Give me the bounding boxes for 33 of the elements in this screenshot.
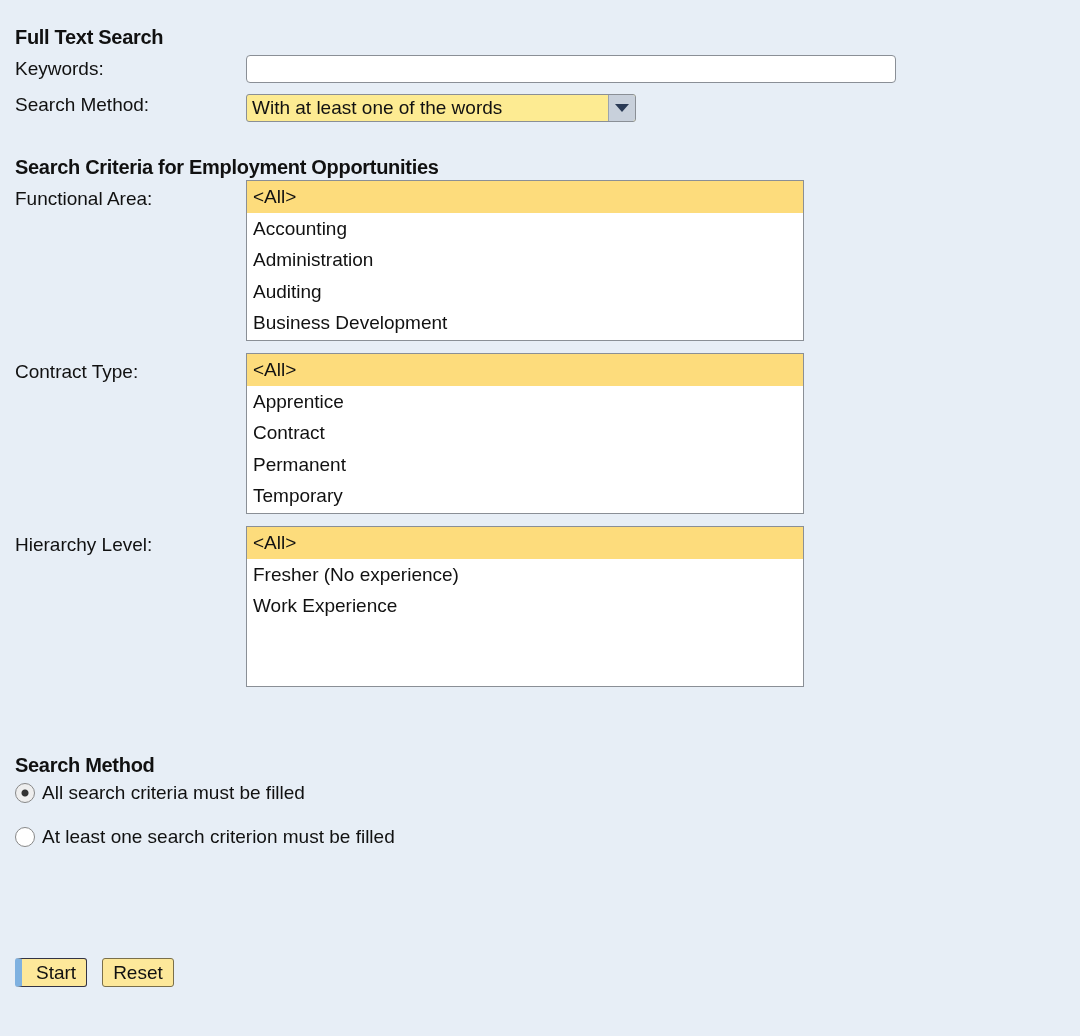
keywords-field[interactable] xyxy=(246,55,896,83)
section-heading: Search Criteria for Employment Opportunities xyxy=(15,155,440,180)
list-box[interactable]: <All> Accounting Administration Auditing Business Development xyxy=(246,180,804,341)
list-option[interactable]: Contract xyxy=(247,417,803,449)
list-option[interactable]: <All> xyxy=(247,354,803,386)
list-option[interactable]: Fresher (No experience) xyxy=(247,558,803,590)
list-option[interactable]: Permanent xyxy=(247,448,803,480)
list-box[interactable]: <All> Fresher (No experience) Work Experience xyxy=(246,526,804,687)
field-label: Keywords: xyxy=(15,57,105,81)
list-option[interactable]: Temporary xyxy=(247,480,803,512)
field-label: Contract Type: xyxy=(15,360,140,384)
search-method-dropdown[interactable]: With at least one of the words xyxy=(246,94,636,122)
radio-button[interactable] xyxy=(15,827,35,847)
action-button[interactable]: Start xyxy=(15,958,88,987)
radio-button[interactable] xyxy=(15,783,35,803)
caret-down-icon xyxy=(615,104,629,112)
list-option[interactable]: <All> xyxy=(247,527,803,559)
radio-label[interactable]: All search criteria must be filled xyxy=(42,782,305,804)
list-box[interactable]: <All> Apprentice Contract Permanent Temporary xyxy=(246,353,804,514)
action-button[interactable]: Reset xyxy=(102,958,174,987)
list-option[interactable]: Work Experience xyxy=(247,590,803,622)
list-option[interactable]: Business Development xyxy=(247,307,803,339)
list-option[interactable]: Apprentice xyxy=(247,385,803,417)
field-label: Functional Area: xyxy=(15,187,154,211)
list-option[interactable]: Administration xyxy=(247,244,803,276)
section-heading: Full Text Search xyxy=(15,25,165,50)
section-heading: Search Method xyxy=(15,753,156,778)
list-option[interactable]: <All> xyxy=(247,181,803,213)
list-option[interactable]: Accounting xyxy=(247,212,803,244)
radio-label[interactable]: At least one search criterion must be filled xyxy=(42,826,395,848)
list-option[interactable]: Auditing xyxy=(247,275,803,307)
field-label: Search Method: xyxy=(15,93,151,117)
field-label: Hierarchy Level: xyxy=(15,533,154,557)
